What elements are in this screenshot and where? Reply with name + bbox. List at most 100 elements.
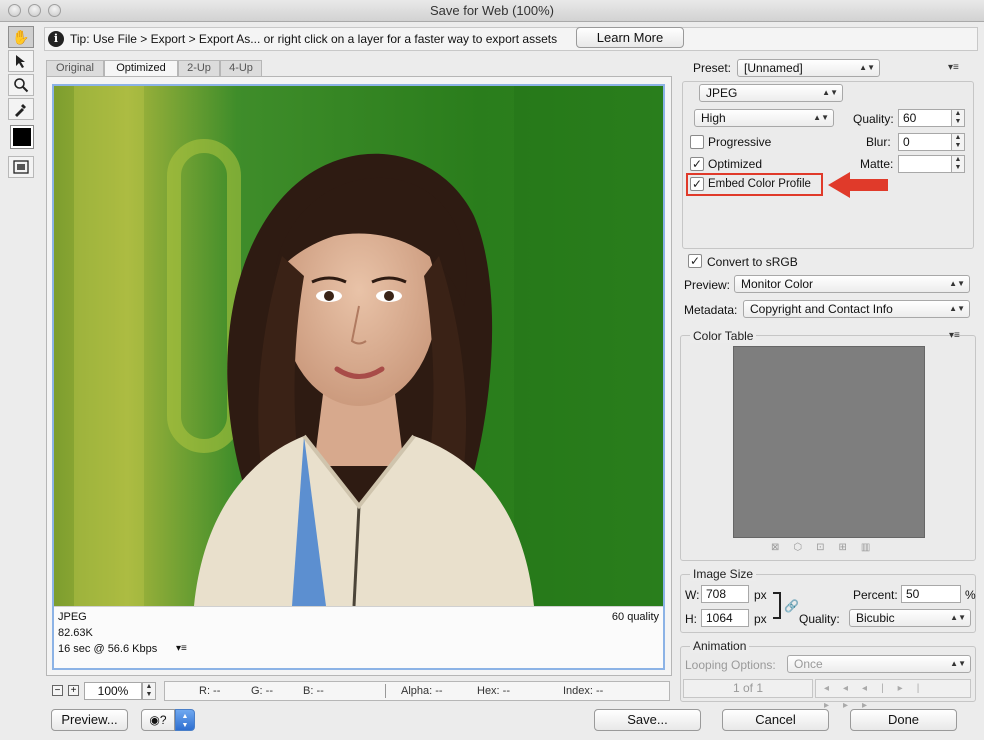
- save-button[interactable]: Save...: [594, 709, 701, 731]
- eyedropper-color-swatch[interactable]: [10, 125, 34, 149]
- quality-stepper[interactable]: ▲ ▼: [951, 109, 965, 127]
- metadata-value: Copyright and Contact Info: [750, 302, 893, 316]
- convert-srgb-checkbox[interactable]: ✓: [688, 254, 702, 268]
- tab-optimized[interactable]: Optimized: [104, 60, 178, 76]
- chevron-updown-icon: ▲▼: [859, 63, 875, 72]
- magnifier-icon: [14, 78, 29, 93]
- progressive-checkbox[interactable]: [690, 135, 704, 149]
- learn-more-button[interactable]: Learn More: [576, 27, 684, 48]
- play-icon[interactable]: ▸: [898, 683, 917, 694]
- looping-options-label: Looping Options:: [685, 658, 776, 672]
- zoom-level-stepper[interactable]: ▲ ▼: [142, 682, 156, 700]
- slice-select-tool-icon[interactable]: [8, 50, 34, 72]
- compression-quality-select[interactable]: High ▲▼: [694, 109, 834, 127]
- color-table-swatches[interactable]: [733, 346, 925, 538]
- preview-label: Preview:: [684, 278, 731, 292]
- eyedropper-tool-icon[interactable]: [8, 98, 34, 120]
- frame-counter: 1 of 1: [683, 679, 813, 698]
- format-select[interactable]: JPEG ▲▼: [699, 84, 843, 102]
- color-table-menu-icon[interactable]: ▾≡: [949, 330, 960, 341]
- slice-arrow-icon: [16, 55, 25, 68]
- tab-2-up[interactable]: 2-Up: [178, 60, 220, 76]
- tab-4-up[interactable]: 4-Up: [220, 60, 262, 76]
- chevron-updown-icon: ▲▼: [949, 304, 965, 313]
- chevron-updown-icon: ▲▼: [950, 613, 966, 622]
- map-transparent-icon[interactable]: ⊠: [771, 542, 793, 553]
- hand-tool-icon[interactable]: ✋: [8, 26, 34, 48]
- blur-label: Blur:: [866, 135, 891, 149]
- first-frame-icon[interactable]: ◂◂: [824, 683, 862, 694]
- hex-value: Hex: --: [477, 685, 510, 697]
- tool-strip: ✋: [6, 26, 38, 186]
- quality-field[interactable]: 60: [898, 109, 952, 127]
- image-info-panel: JPEG 82.63K 16 sec @ 56.6 Kbps ▾≡ 60 qua…: [54, 606, 663, 668]
- zoom-level-field[interactable]: 100%: [84, 682, 142, 700]
- frame-counter-text: 1 of 1: [732, 681, 764, 695]
- constrain-proportions-link-icon[interactable]: 🔗: [784, 599, 799, 613]
- animation-controls: ◂◂◂|▸|▸▸▸: [815, 679, 971, 711]
- constrain-bracket: [773, 592, 781, 619]
- color-table-title: Color Table: [690, 329, 757, 343]
- looping-options-value: Once: [794, 657, 823, 671]
- height-label: H:: [685, 612, 697, 626]
- last-frame-icon[interactable]: ▸▸: [843, 700, 881, 711]
- cancel-button[interactable]: Cancel: [722, 709, 829, 731]
- percent-unit: %: [965, 588, 976, 602]
- width-unit: px: [754, 588, 767, 602]
- zoom-in-icon[interactable]: +: [68, 685, 79, 696]
- metadata-select[interactable]: Copyright and Contact Info ▲▼: [743, 300, 970, 318]
- percent-field[interactable]: 50: [901, 585, 961, 603]
- preset-value: [Unnamed]: [744, 61, 803, 75]
- color-table-group: Color Table ▾≡ ⊠⬡⊡⊞▥: [680, 329, 976, 561]
- looping-options-select[interactable]: Once ▲▼: [787, 655, 971, 673]
- optimized-quality-label: 60 quality: [611, 611, 659, 623]
- resample-quality-select[interactable]: Bicubic ▲▼: [849, 609, 971, 627]
- tip-text: Tip: Use File > Export > Export As... or…: [70, 32, 558, 46]
- resample-quality-label: Quality:: [799, 612, 840, 626]
- height-field[interactable]: 1064: [701, 609, 749, 627]
- previous-frame-icon[interactable]: ◂|: [862, 683, 898, 694]
- progressive-label: Progressive: [708, 135, 772, 149]
- height-unit: px: [754, 612, 767, 626]
- window-titlebar: Save for Web (100%): [0, 0, 984, 22]
- optimized-label: Optimized: [708, 157, 763, 171]
- blur-field[interactable]: 0: [898, 133, 952, 151]
- web-shift-icon[interactable]: ⬡: [793, 542, 816, 553]
- preview-image[interactable]: [54, 86, 663, 606]
- new-color-icon[interactable]: ⊞: [839, 542, 861, 553]
- preset-label: Preset:: [693, 61, 732, 75]
- convert-srgb-label: Convert to sRGB: [707, 255, 798, 269]
- delete-color-icon[interactable]: ▥: [861, 542, 884, 553]
- zoom-out-icon[interactable]: −: [52, 685, 63, 696]
- optimization-settings-group: JPEG ▲▼ High ▲▼ Quality: 60 ▲ ▼ Progressive…: [682, 81, 974, 249]
- preview-button[interactable]: Preview...: [51, 709, 128, 731]
- browser-preview-icon[interactable]: ◉?: [141, 709, 175, 731]
- percent-label: Percent:: [853, 588, 898, 602]
- download-speed-menu-icon[interactable]: ▾≡: [176, 643, 187, 654]
- blur-stepper[interactable]: ▲ ▼: [951, 133, 965, 151]
- tab-original[interactable]: Original: [46, 60, 104, 76]
- window-title: Save for Web (100%): [429, 3, 555, 18]
- optimized-checkbox[interactable]: ✓: [690, 157, 704, 171]
- chevron-updown-icon: ▲▼: [813, 113, 829, 122]
- pixel-info-box: R: -- G: -- B: -- Alpha: -- Hex: -- Inde…: [164, 681, 670, 701]
- download-time: 16 sec @ 56.6 Kbps: [58, 643, 158, 655]
- toggle-slices-visibility-icon[interactable]: [8, 156, 34, 178]
- preview-select[interactable]: Monitor Color ▲▼: [734, 275, 970, 293]
- lock-color-icon[interactable]: ⊡: [816, 542, 838, 553]
- zoom-tool-icon[interactable]: [8, 74, 34, 96]
- color-table-actions: ⊠⬡⊡⊞▥: [771, 542, 917, 557]
- browser-select-dropdown-icon[interactable]: ▲ ▼: [175, 709, 195, 731]
- preset-menu-icon[interactable]: ▾≡: [948, 62, 959, 73]
- info-icon: i: [48, 31, 64, 47]
- quality-label: Quality:: [853, 112, 894, 126]
- image-size-group: Image Size W: 708 px H: 1064 px 🔗 Percen…: [680, 567, 976, 633]
- eyedropper-icon: [15, 104, 26, 117]
- matte-label: Matte:: [860, 157, 894, 171]
- matte-field[interactable]: [898, 155, 952, 173]
- preset-select[interactable]: [Unnamed] ▲▼: [737, 59, 880, 77]
- green-value: G: --: [251, 685, 273, 697]
- matte-stepper[interactable]: ▲ ▼: [951, 155, 965, 173]
- width-field[interactable]: 708: [701, 585, 749, 603]
- embed-color-profile-checkbox[interactable]: ✓: [690, 177, 704, 191]
